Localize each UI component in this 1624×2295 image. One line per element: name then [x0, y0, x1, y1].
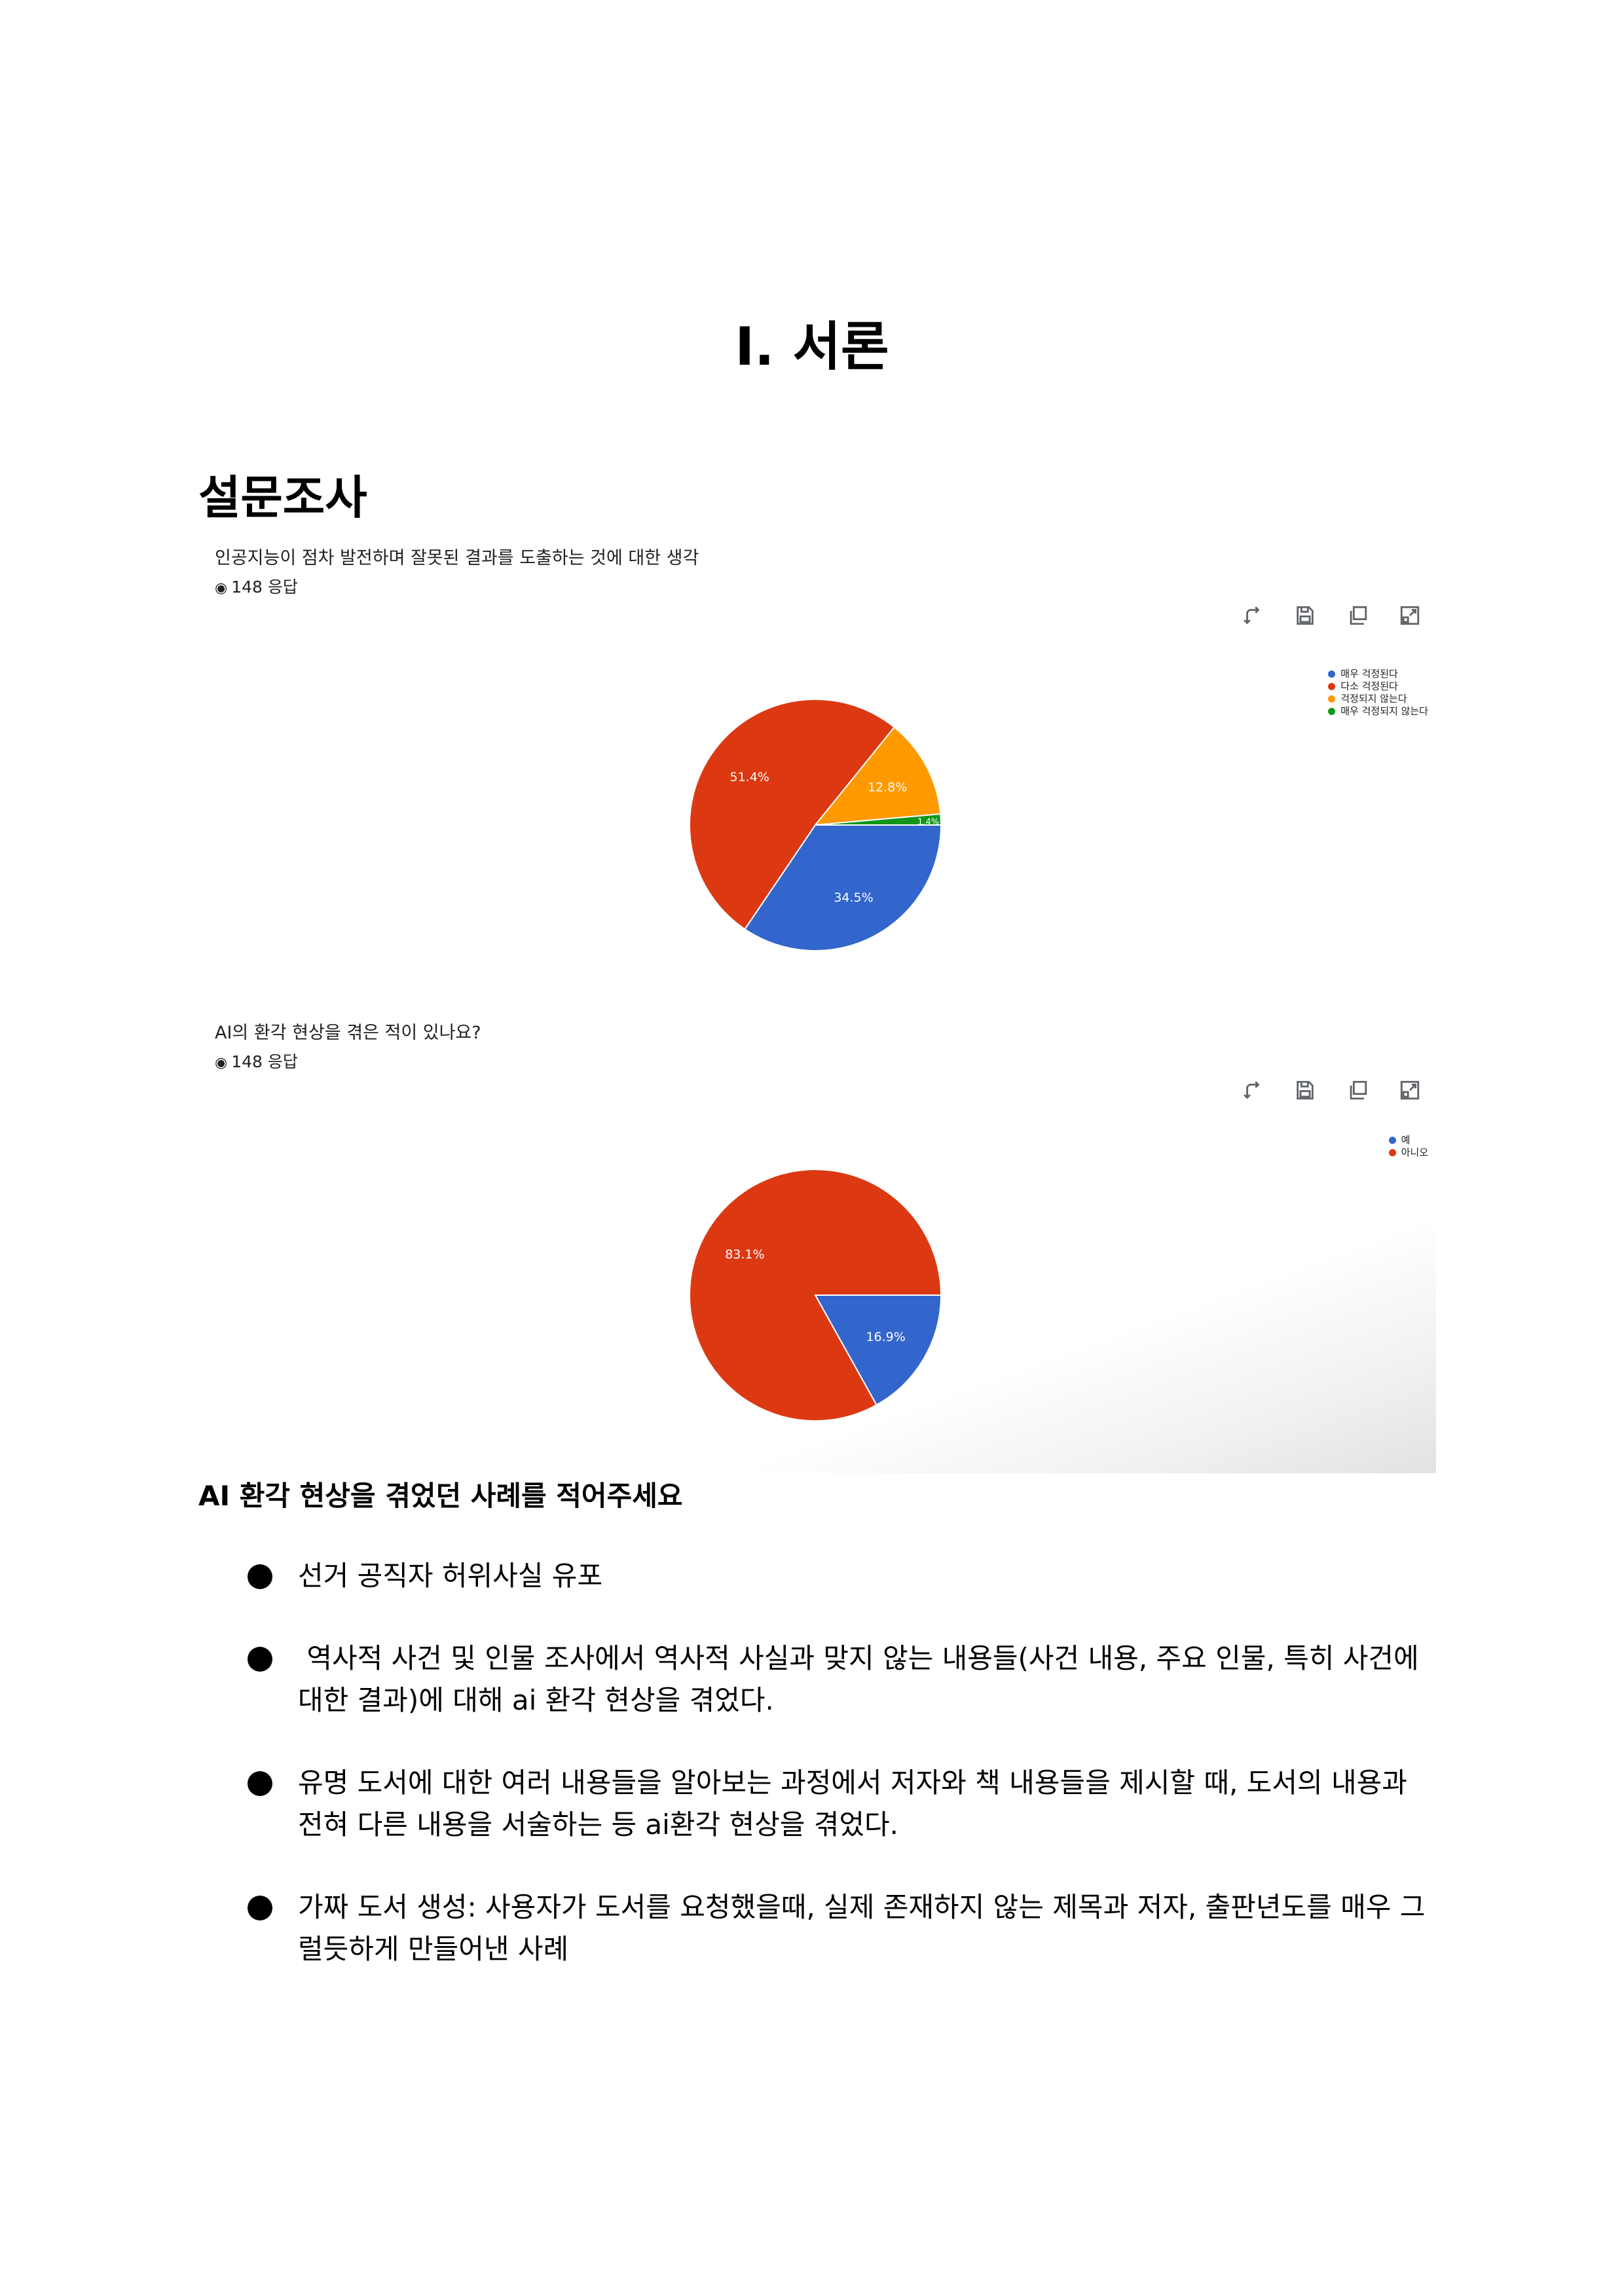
legend-item: 예	[1388, 1134, 1428, 1147]
question-title: 인공지능이 점차 발전하며 잘못된 결과를 도출하는 것에 대한 생각	[215, 548, 699, 568]
bullet-icon	[248, 1896, 272, 1920]
list-item-text: 유명 도서에 대한 여러 내용들을 알아보는 과정에서 저자와 책 내용들을 제…	[298, 1767, 1407, 1841]
response-count: ◉ 148 응답	[215, 1050, 298, 1075]
legend-label: 아니오	[1401, 1147, 1428, 1158]
bullet-icon	[248, 1771, 272, 1796]
response-count-text: 148 응답	[231, 578, 298, 597]
legend-swatch	[1328, 708, 1336, 715]
legend-item: 걱정되지 않는다	[1328, 693, 1428, 705]
list-item-text: 역사적 사건 및 인물 조사에서 역사적 사실과 맞지 않는 내용들(사건 내용…	[298, 1642, 1428, 1716]
pie-slice-label: 51.4%	[730, 770, 769, 784]
copy-icon[interactable]	[1341, 1074, 1374, 1107]
transpose-icon[interactable]	[1236, 599, 1269, 632]
legend-label: 예	[1401, 1134, 1411, 1146]
list-item-text: 가짜 도서 생성: 사용자가 도서를 요청했을때, 실제 존재하지 않는 제목과…	[298, 1891, 1426, 1965]
legend-swatch	[1328, 670, 1336, 678]
pie-slice-label: 83.1%	[725, 1247, 764, 1262]
legend-label: 매우 걱정된다	[1340, 668, 1398, 680]
copy-icon[interactable]	[1341, 599, 1374, 632]
case-list: 선거 공직자 허위사실 유포 역사적 사건 및 인물 조사에서 역사적 사실과 …	[242, 1555, 1441, 2011]
pie-chart-1: 34.5% 51.4% 12.8% 1.4%	[689, 699, 942, 951]
list-item: 선거 공직자 허위사실 유포	[242, 1555, 1441, 1597]
list-item: 가짜 도서 생성: 사용자가 도서를 요청했을때, 실제 존재하지 않는 제목과…	[242, 1886, 1441, 1970]
legend-swatch	[1328, 695, 1336, 703]
legend-swatch	[1388, 1149, 1396, 1156]
save-icon[interactable]	[1289, 599, 1321, 632]
survey-panel-2: AI의 환각 현상을 겪은 적이 있나요? ◉ 148 응답 예 아니오 16.9…	[198, 1008, 1436, 1473]
question-title: AI의 환각 현상을 겪은 적이 있나요?	[215, 1023, 481, 1043]
pie-slice-label: 34.5%	[834, 890, 873, 905]
pie-slice-label: 12.8%	[868, 780, 907, 794]
chart-legend: 예 아니오	[1388, 1134, 1428, 1159]
response-count: ◉ 148 응답	[215, 576, 298, 600]
save-icon[interactable]	[1289, 1074, 1321, 1107]
legend-item: 매우 걱정되지 않는다	[1328, 705, 1428, 718]
legend-swatch	[1388, 1137, 1396, 1144]
list-item: 역사적 사건 및 인물 조사에서 역사적 사실과 맞지 않는 내용들(사건 내용…	[242, 1638, 1441, 1721]
pie-slice-label: 16.9%	[866, 1330, 905, 1344]
legend-label: 매우 걱정되지 않는다	[1340, 705, 1428, 717]
pie-chart-2: 16.9% 83.1%	[689, 1169, 942, 1422]
bullet-icon	[248, 1564, 272, 1589]
chart-toolbar	[1236, 599, 1426, 632]
list-item: 유명 도서에 대한 여러 내용들을 알아보는 과정에서 저자와 책 내용들을 제…	[242, 1762, 1441, 1846]
response-count-text: 148 응답	[231, 1052, 298, 1071]
section-heading: 설문조사	[198, 471, 367, 524]
case-heading: AI 환각 현상을 겪었던 사례를 적어주세요	[198, 1480, 683, 1512]
transpose-icon[interactable]	[1236, 1074, 1269, 1107]
bullet-icon	[248, 1647, 272, 1672]
legend-label: 걱정되지 않는다	[1340, 693, 1407, 705]
legend-item: 아니오	[1388, 1147, 1428, 1159]
responses-icon: ◉	[215, 580, 228, 597]
survey-panel-1: 인공지능이 점차 발전하며 잘못된 결과를 도출하는 것에 대한 생각 ◉ 148…	[198, 534, 1436, 992]
legend-label: 다소 걱정된다	[1340, 680, 1398, 692]
expand-icon[interactable]	[1393, 1074, 1426, 1107]
legend-swatch	[1328, 683, 1336, 690]
legend-item: 매우 걱정된다	[1328, 668, 1428, 680]
list-item-text: 선거 공직자 허위사실 유포	[298, 1560, 603, 1592]
chart-legend: 매우 걱정된다 다소 걱정된다 걱정되지 않는다 매우 걱정되지 않는다	[1328, 668, 1428, 718]
legend-item: 다소 걱정된다	[1328, 680, 1428, 693]
responses-icon: ◉	[215, 1055, 228, 1071]
page-title: I. 서론	[735, 316, 889, 377]
expand-icon[interactable]	[1393, 599, 1426, 632]
chart-toolbar	[1236, 1074, 1426, 1107]
pie-slice-label: 1.4%	[917, 817, 939, 827]
